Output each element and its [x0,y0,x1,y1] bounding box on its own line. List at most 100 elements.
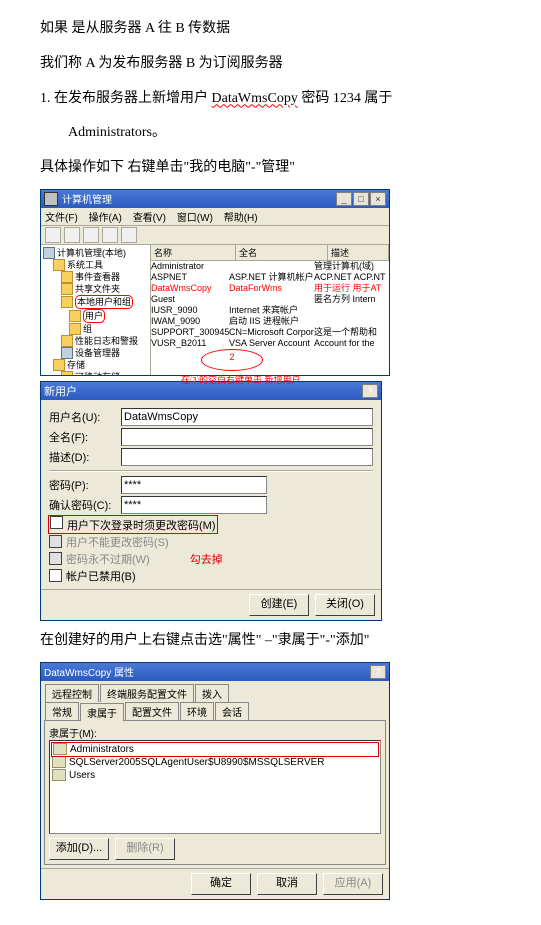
menu-view[interactable]: 查看(V) [133,213,166,224]
group-name: Users [69,769,95,782]
device-icon [61,347,73,359]
toolbar-props-icon[interactable] [102,227,118,243]
cell: CN=Microsoft Corpora [229,327,314,338]
memberof-list[interactable]: Administrators SQLServer2005SQLAgentUser… [49,740,381,834]
tree-sys[interactable]: 系统工具 [67,259,103,271]
toolbar-fwd-icon[interactable] [64,227,80,243]
input-password[interactable] [121,476,267,494]
help-button[interactable]: ? [370,665,386,679]
list-row[interactable]: ASPNETASP.NET 计算机帐户ACP.NET ACP.NT [151,272,389,283]
tree-groups[interactable]: 组 [83,323,92,335]
label-mustchange: 用户下次登录时须更改密码(M) [67,520,216,532]
input-desc[interactable] [121,448,373,466]
toolbar-back-icon[interactable] [45,227,61,243]
create-button[interactable]: 创建(E) [249,594,309,616]
tab-general[interactable]: 常规 [45,702,79,720]
tree-stor[interactable]: 存储 [67,359,85,371]
cell: Internet 来宾帐户 [229,305,314,316]
menu-window[interactable]: 窗口(W) [177,213,213,224]
maximize-button[interactable]: □ [353,192,369,206]
group-icon [52,756,66,768]
list-row[interactable]: Guest匿名方列 Intern [151,294,389,305]
folder-icon [61,271,73,283]
minimize-button[interactable]: _ [336,192,352,206]
mmc-tree[interactable]: 计算机管理(本地) 系统工具 事件查看器 共享文件夹 本地用户和组 用户 组 性… [41,245,151,375]
checkbox-cantchange[interactable] [49,535,62,548]
cell: 启动 IIS 进程帐户 [229,316,314,327]
cell: Account for the [314,338,389,349]
prop-title: DataWmsCopy 属性 [44,664,134,679]
menu-help[interactable]: 帮助(H) [224,213,258,224]
help-button[interactable]: ? [362,384,378,398]
add-group-button[interactable]: 添加(D)... [49,838,109,860]
group-row[interactable]: Administrators [52,743,378,756]
apply-button[interactable]: 应用(A) [323,873,383,895]
tab-dialin[interactable]: 拨入 [195,684,229,702]
p3-user: DataWmsCopy [212,91,298,106]
mmc-list[interactable]: 名称 全名 描述 Administrator管理计算机(域) ASPNETASP… [151,245,389,375]
checkbox-mustchange[interactable] [50,516,63,529]
annotation-oval: 2 [201,349,263,371]
col-desc[interactable]: 描述 [328,245,389,260]
paragraph-3: 1. 在发布服务器上新增用户 DataWmsCopy 密码 1234 属于 [40,84,501,115]
input-password-confirm[interactable] [121,496,267,514]
tree-users[interactable]: 用户 [83,309,105,323]
mmc-window: 计算机管理 _ □ × 文件(F) 操作(A) 查看(V) 窗口(W) 帮助(H… [40,189,390,376]
menu-file[interactable]: 文件(F) [45,213,78,224]
mmc-menubar: 文件(F) 操作(A) 查看(V) 窗口(W) 帮助(H) [41,208,389,226]
list-row[interactable]: VUSR_B2011VSA Server AccountAccount for … [151,338,389,349]
paragraph-4: 具体操作如下 右键单击"我的电脑"-"管理" [40,153,501,184]
input-fullname[interactable] [121,428,373,446]
list-row[interactable]: IWAM_9090启动 IIS 进程帐户 [151,316,389,327]
cell [314,316,389,327]
folder-icon [61,371,73,375]
folder-icon [61,296,73,308]
tab-tsprofile[interactable]: 终端服务配置文件 [100,684,194,702]
label-cantchange: 用户不能更改密码(S) [66,534,169,550]
label-fullname: 全名(F): [49,429,121,445]
menu-action[interactable]: 操作(A) [89,213,122,224]
folder-icon [69,310,81,322]
list-row[interactable]: SUPPORT_300945a0CN=Microsoft Corpora这是一个… [151,327,389,338]
tab-memberof[interactable]: 隶属于 [80,703,124,721]
checkbox-disabled[interactable] [49,569,62,582]
mmc-titlebar: 计算机管理 _ □ × [41,190,389,208]
col-name[interactable]: 名称 [151,245,236,260]
cell: 匿名方列 Intern [314,294,389,305]
input-username[interactable] [121,408,373,426]
cell: 这是一个帮助和 [314,327,389,338]
label-memberof: 隶属于(M): [49,725,381,740]
mmc-toolbar [41,226,389,245]
list-row[interactable]: DataWmsCopyDataForWms用于运行 用于AT [151,283,389,294]
tab-remote[interactable]: 远程控制 [45,684,99,702]
group-row[interactable]: Users [52,769,378,782]
tree-share[interactable]: 共享文件夹 [75,283,120,295]
tab-env[interactable]: 环境 [180,702,214,720]
toolbar-up-icon[interactable] [83,227,99,243]
prop-titlebar: DataWmsCopy 属性 ? [41,663,389,681]
cell: IWAM_9090 [151,316,229,327]
list-row[interactable]: Administrator管理计算机(域) [151,261,389,272]
cancel-button[interactable]: 取消 [257,873,317,895]
ok-button[interactable]: 确定 [191,873,251,895]
close-dialog-button[interactable]: 关闭(O) [315,594,375,616]
cell [229,294,314,305]
tree-evt[interactable]: 事件查看器 [75,271,120,283]
cell: ASPNET [151,272,229,283]
tree-dev[interactable]: 设备管理器 [75,347,120,359]
mmc-title: 计算机管理 [62,191,112,206]
remove-group-button[interactable]: 删除(R) [115,838,175,860]
list-row[interactable]: IUSR_9090Internet 来宾帐户 [151,305,389,316]
tab-session[interactable]: 会话 [215,702,249,720]
close-button[interactable]: × [370,192,386,206]
tree-perf[interactable]: 性能日志和警报 [75,335,138,347]
tree-users-group[interactable]: 本地用户和组 [75,295,133,309]
group-row[interactable]: SQLServer2005SQLAgentUser$U8990$MSSQLSER… [52,756,378,769]
col-fullname[interactable]: 全名 [236,245,328,260]
tab-profile[interactable]: 配置文件 [125,702,179,720]
paragraph-5: 在创建好的用户上右键点击选"属性" –"隶属于"-"添加" [40,626,501,657]
tree-root[interactable]: 计算机管理(本地) [57,247,126,259]
toolbar-refresh-icon[interactable] [121,227,137,243]
checkbox-neverexpire[interactable] [49,552,62,565]
tree-rem[interactable]: 可移动存储 [75,371,120,375]
